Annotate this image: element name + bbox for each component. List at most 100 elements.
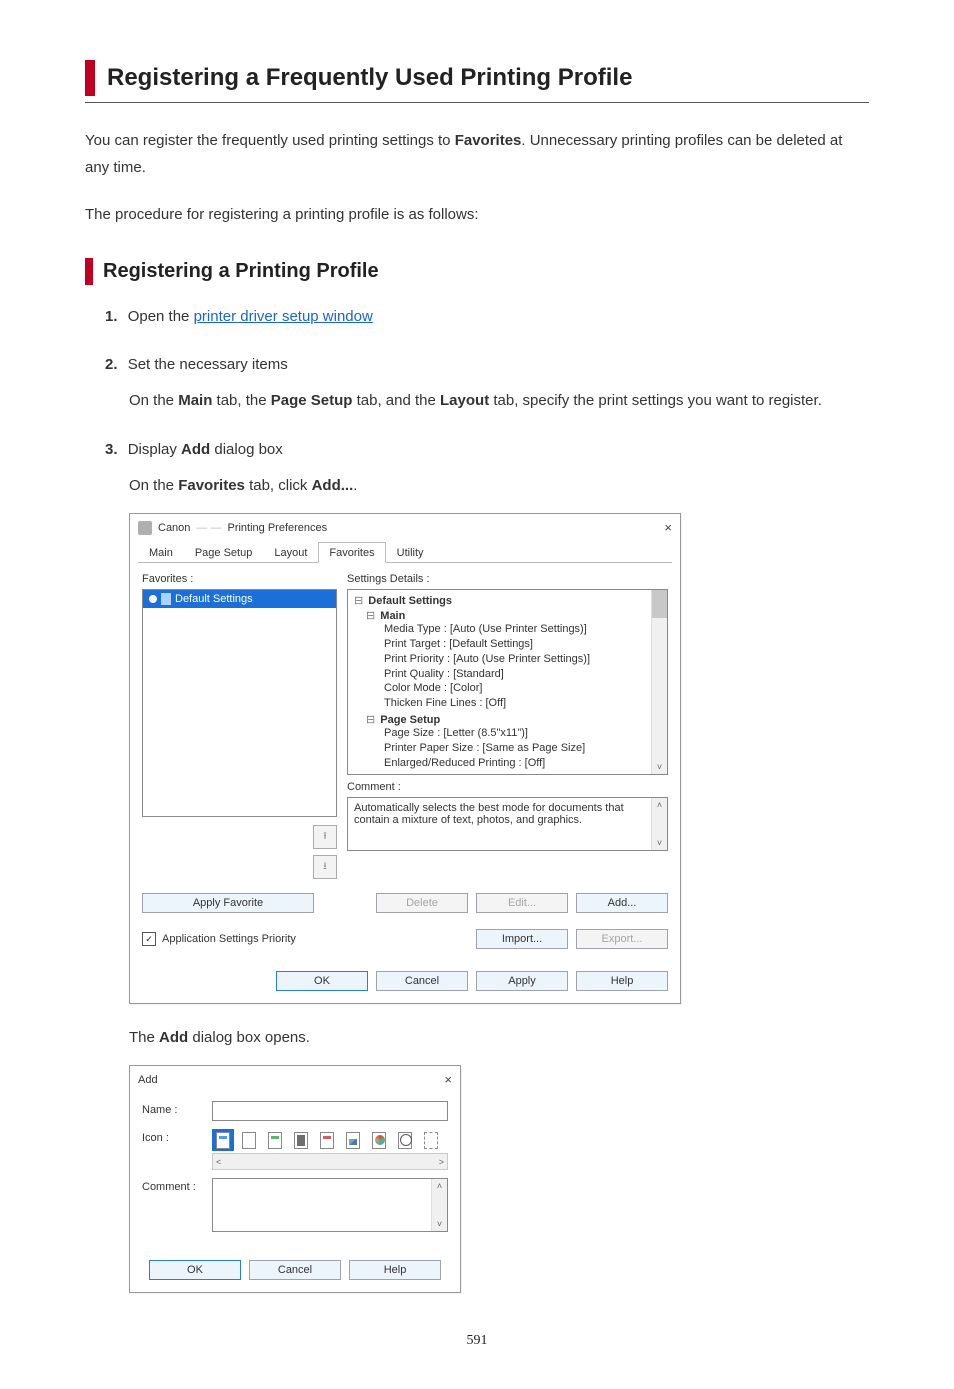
- tree-node-label: Main: [380, 610, 405, 622]
- step-3-text: tab, click: [245, 477, 312, 494]
- icon-option-selected[interactable]: [212, 1129, 234, 1151]
- cancel-button[interactable]: Cancel: [376, 971, 468, 991]
- tab-main[interactable]: Main: [138, 542, 184, 563]
- button-name-add: Add...: [312, 477, 354, 494]
- tree-leaf: Print Priority : [Auto (Use Printer Sett…: [384, 652, 661, 667]
- icon-picker[interactable]: [212, 1129, 448, 1151]
- scroll-down-icon[interactable]: ˅: [652, 836, 667, 850]
- collapse-icon[interactable]: ⊟: [366, 610, 375, 622]
- delete-button[interactable]: Delete: [376, 893, 468, 913]
- edit-button[interactable]: Edit...: [476, 893, 568, 913]
- move-up-button[interactable]: ⭱: [313, 825, 337, 849]
- add-button[interactable]: Add...: [576, 893, 668, 913]
- page-icon: [161, 593, 171, 605]
- move-down-button[interactable]: ⭳: [313, 855, 337, 879]
- dialog-title-censored: — —: [196, 522, 221, 534]
- export-button[interactable]: Export...: [576, 929, 668, 949]
- cancel-button[interactable]: Cancel: [249, 1260, 341, 1280]
- scroll-down-icon[interactable]: ˅: [432, 1217, 447, 1231]
- profile-icon: [216, 1132, 230, 1149]
- profile-icon: [294, 1132, 308, 1149]
- tree-leaf: Print Quality : [Standard]: [384, 667, 661, 682]
- step-2-title: Set the necessary items: [128, 356, 288, 373]
- icon-option[interactable]: [368, 1129, 390, 1151]
- favorites-label: Favorites :: [142, 573, 337, 585]
- icon-option[interactable]: [264, 1129, 286, 1151]
- settings-details-label: Settings Details :: [347, 573, 668, 585]
- collapse-icon[interactable]: ⊟: [354, 595, 363, 607]
- step-2-text: tab, specify the print settings you want…: [489, 392, 822, 409]
- tab-page-setup[interactable]: Page Setup: [184, 542, 264, 563]
- scroll-up-icon[interactable]: ˄: [432, 1179, 447, 1193]
- ok-button[interactable]: OK: [149, 1260, 241, 1280]
- icon-option[interactable]: [290, 1129, 312, 1151]
- scroll-up-icon[interactable]: ˄: [652, 798, 667, 812]
- settings-details-tree[interactable]: ˄ ˅ ⊟ Default Settings ⊟ Main Media Type…: [347, 589, 668, 775]
- vertical-scrollbar[interactable]: ˄ ˅: [431, 1179, 447, 1231]
- step-3-body: On the Favorites tab, click Add....: [129, 472, 869, 499]
- favorites-item-selected[interactable]: Default Settings: [143, 590, 336, 608]
- profile-icon: [320, 1132, 334, 1149]
- tree-root-label: Default Settings: [368, 595, 452, 607]
- scroll-right-icon[interactable]: >: [439, 1157, 444, 1167]
- icon-option[interactable]: [420, 1129, 442, 1151]
- tree-node-main: ⊟ Main: [366, 609, 661, 622]
- step-3-text: dialog box: [210, 441, 283, 458]
- scroll-left-icon[interactable]: <: [216, 1157, 221, 1167]
- tree-leaf: Thicken Fine Lines : [Off]: [384, 696, 661, 711]
- tab-utility[interactable]: Utility: [386, 542, 435, 563]
- icon-option[interactable]: [394, 1129, 416, 1151]
- printer-icon: [138, 521, 152, 535]
- apply-favorite-button[interactable]: Apply Favorite: [142, 893, 314, 913]
- add-dialog-titlebar: Add ×: [130, 1066, 460, 1093]
- icon-option[interactable]: [238, 1129, 260, 1151]
- help-button[interactable]: Help: [349, 1260, 441, 1280]
- app-settings-priority-checkbox[interactable]: ✓: [142, 932, 156, 946]
- comment-text-box: ˄ ˅ Automatically selects the best mode …: [347, 797, 668, 851]
- step-3-text: .: [353, 477, 357, 494]
- icon-option[interactable]: [342, 1129, 364, 1151]
- icon-option[interactable]: [316, 1129, 338, 1151]
- tab-name-layout: Layout: [440, 392, 489, 409]
- import-button[interactable]: Import...: [476, 929, 568, 949]
- tree-leaf: Page Size : [Letter (8.5"x11")]: [384, 726, 661, 741]
- close-button[interactable]: ×: [664, 520, 672, 535]
- dialog-title-post: Printing Preferences: [227, 522, 327, 534]
- profile-icon: [268, 1132, 282, 1149]
- scrollbar-thumb[interactable]: [652, 590, 667, 618]
- profile-icon: [242, 1132, 256, 1149]
- name-label: Name :: [142, 1101, 202, 1116]
- intro2-paragraph: The procedure for registering a printing…: [85, 201, 869, 228]
- step-2-head: 2. Set the necessary items: [105, 353, 869, 377]
- step-3-after: The Add dialog box opens.: [129, 1024, 869, 1051]
- vertical-scrollbar[interactable]: ˄ ˅: [651, 798, 667, 850]
- comment-label: Comment :: [347, 781, 668, 793]
- collapse-icon[interactable]: ⊟: [366, 714, 375, 726]
- horizontal-scrollbar[interactable]: < >: [212, 1153, 448, 1170]
- profile-icon: [372, 1132, 386, 1149]
- vertical-scrollbar[interactable]: ˄ ˅: [651, 590, 667, 774]
- tab-favorites[interactable]: Favorites: [318, 542, 385, 563]
- help-button[interactable]: Help: [576, 971, 668, 991]
- tree-leaf: Printer Paper Size : [Same as Page Size]: [384, 741, 661, 756]
- tab-name-favorites: Favorites: [178, 477, 245, 494]
- printer-driver-setup-link[interactable]: printer driver setup window: [194, 308, 373, 325]
- tree-node-page-setup: ⊟ Page Setup: [366, 713, 661, 726]
- intro-paragraph: You can register the frequently used pri…: [85, 127, 869, 181]
- favorites-list[interactable]: Default Settings: [142, 589, 337, 817]
- close-button[interactable]: ×: [444, 1072, 452, 1087]
- tab-layout[interactable]: Layout: [263, 542, 318, 563]
- step-3-text: On the: [129, 477, 178, 494]
- page-title: Registering a Frequently Used Printing P…: [107, 64, 869, 92]
- scroll-down-icon[interactable]: ˅: [652, 760, 667, 774]
- tree-leaf: Enlarged/Reduced Printing : [Off]: [384, 756, 661, 771]
- profile-icon: [424, 1132, 438, 1149]
- step-3-number: 3.: [105, 441, 118, 458]
- add-dialog-title: Add: [138, 1074, 158, 1086]
- add-dialog: Add × Name : Icon :: [129, 1065, 461, 1293]
- comment-input[interactable]: ˄ ˅: [212, 1178, 448, 1232]
- ok-button[interactable]: OK: [276, 971, 368, 991]
- name-input[interactable]: [212, 1101, 448, 1121]
- apply-button[interactable]: Apply: [476, 971, 568, 991]
- step-1-head: 1. Open the printer driver setup window: [105, 305, 869, 329]
